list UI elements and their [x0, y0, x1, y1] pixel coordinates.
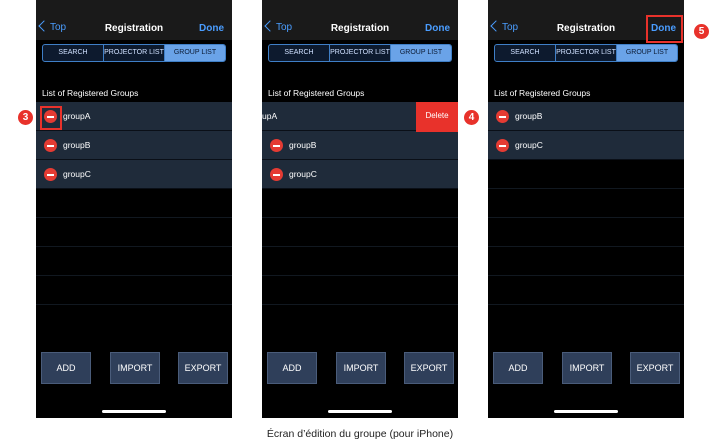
tab-search[interactable]: SEARCH	[495, 45, 556, 61]
list-item[interactable]: groupB	[36, 131, 232, 160]
export-button[interactable]: EXPORT	[630, 352, 680, 384]
empty-row	[488, 218, 684, 247]
phone-screen-2: Top Registration Done SEARCH PROJECTOR L…	[262, 0, 458, 418]
segmented-control: SEARCH PROJECTOR LIST GROUP LIST	[42, 44, 226, 62]
group-label: upA	[262, 111, 278, 121]
group-label: groupB	[289, 140, 317, 150]
highlight-done-button	[646, 15, 683, 43]
tab-group-list[interactable]: GROUP LIST	[165, 45, 225, 61]
home-indicator	[102, 410, 166, 413]
group-label: groupC	[289, 169, 317, 179]
group-list: groupB groupC	[488, 102, 684, 305]
list-item[interactable]: groupB	[262, 131, 458, 160]
list-item[interactable]: groupC	[36, 160, 232, 189]
nav-bar: Top Registration Done	[262, 0, 458, 40]
tab-group-list[interactable]: GROUP LIST	[391, 45, 451, 61]
phone-screen-1: Top Registration Done SEARCH PROJECTOR L…	[36, 0, 232, 418]
tab-group-list[interactable]: GROUP LIST	[617, 45, 677, 61]
add-button[interactable]: ADD	[267, 352, 317, 384]
list-item[interactable]: groupA	[36, 102, 232, 131]
remove-icon[interactable]	[270, 168, 283, 181]
empty-row	[262, 276, 458, 305]
group-label: groupC	[515, 140, 543, 150]
remove-icon[interactable]	[270, 139, 283, 152]
group-label: groupB	[515, 111, 543, 121]
add-button[interactable]: ADD	[41, 352, 91, 384]
empty-row	[262, 247, 458, 276]
import-button[interactable]: IMPORT	[562, 352, 612, 384]
empty-row	[262, 189, 458, 218]
phone-screen-3: Top Registration Done SEARCH PROJECTOR L…	[488, 0, 684, 418]
empty-row	[488, 247, 684, 276]
export-button[interactable]: EXPORT	[404, 352, 454, 384]
import-button[interactable]: IMPORT	[336, 352, 386, 384]
empty-row	[488, 276, 684, 305]
step-badge-5: 5	[694, 24, 709, 39]
remove-icon[interactable]	[496, 139, 509, 152]
list-heading: List of Registered Groups	[494, 88, 591, 98]
group-list: groupA groupB groupC	[36, 102, 232, 305]
list-item[interactable]: groupB	[488, 102, 684, 131]
done-button[interactable]: Done	[199, 23, 224, 34]
segmented-control: SEARCH PROJECTOR LIST GROUP LIST	[494, 44, 678, 62]
empty-row	[36, 218, 232, 247]
figure-caption: Écran d’édition du groupe (pour iPhone)	[266, 428, 454, 440]
tab-search[interactable]: SEARCH	[269, 45, 330, 61]
list-item[interactable]: groupC	[262, 160, 458, 189]
step-badge-4: 4	[464, 110, 479, 125]
tab-projector-list[interactable]: PROJECTOR LIST	[330, 45, 391, 61]
segmented-control: SEARCH PROJECTOR LIST GROUP LIST	[268, 44, 452, 62]
remove-icon[interactable]	[44, 139, 57, 152]
list-heading: List of Registered Groups	[268, 88, 365, 98]
done-button[interactable]: Done	[425, 23, 450, 34]
empty-row	[36, 189, 232, 218]
list-item[interactable]: groupC	[488, 131, 684, 160]
remove-icon[interactable]	[44, 168, 57, 181]
list-heading: List of Registered Groups	[42, 88, 139, 98]
add-button[interactable]: ADD	[493, 352, 543, 384]
group-list: upA Delete groupB groupC	[262, 102, 458, 305]
tab-search[interactable]: SEARCH	[43, 45, 104, 61]
group-label: groupB	[63, 140, 91, 150]
empty-row	[488, 160, 684, 189]
tab-projector-list[interactable]: PROJECTOR LIST	[556, 45, 617, 61]
export-button[interactable]: EXPORT	[178, 352, 228, 384]
highlight-remove-icon	[40, 106, 62, 130]
tab-projector-list[interactable]: PROJECTOR LIST	[104, 45, 165, 61]
group-label: groupC	[63, 169, 91, 179]
nav-bar: Top Registration Done	[36, 0, 232, 40]
highlight-delete-button	[416, 102, 458, 132]
home-indicator	[328, 410, 392, 413]
empty-row	[36, 276, 232, 305]
remove-icon[interactable]	[496, 110, 509, 123]
home-indicator	[554, 410, 618, 413]
group-label: groupA	[63, 111, 91, 121]
empty-row	[262, 218, 458, 247]
empty-row	[36, 247, 232, 276]
empty-row	[488, 189, 684, 218]
import-button[interactable]: IMPORT	[110, 352, 160, 384]
step-badge-3: 3	[18, 110, 33, 125]
